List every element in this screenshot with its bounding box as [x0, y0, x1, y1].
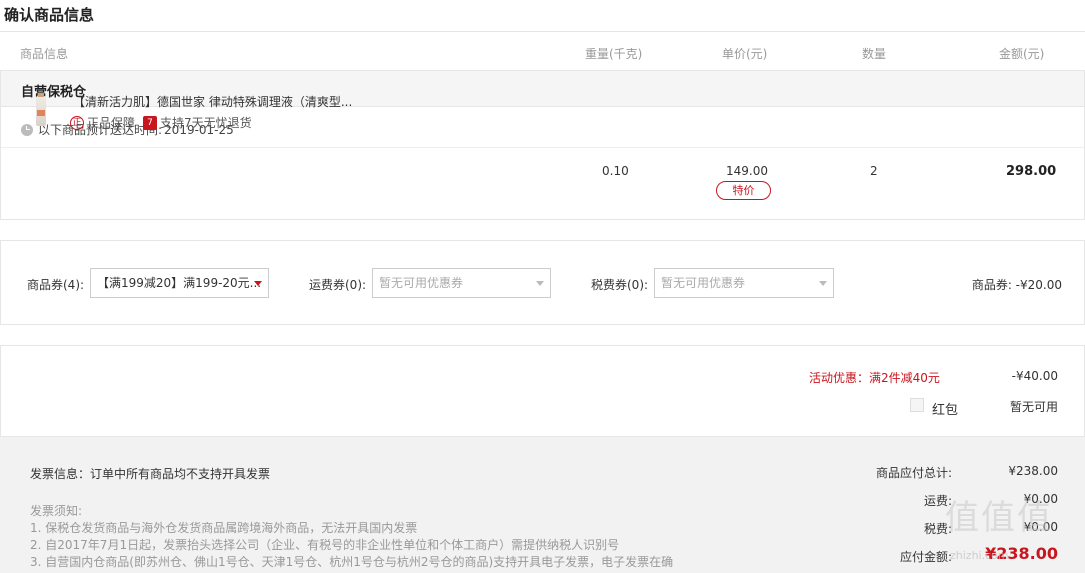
- goods-coupon-label: 商品券(4):: [27, 278, 85, 292]
- coupon-section: 商品券(4): 【满199减20】满199-20元... 运费券(0): 暂无可…: [0, 240, 1085, 325]
- invoice-note: 1. 保税仓发货商品与海外仓发货商品属跨境海外商品，无法开具国内发票: [30, 521, 418, 535]
- promotion-amount: -¥40.00: [1011, 369, 1058, 383]
- column-header-qty: 数量: [862, 47, 887, 61]
- pay-amount-label: 应付金额:: [899, 550, 952, 564]
- badge-return-text: 支持7天无忧退货: [160, 116, 252, 130]
- tax-coupon-value: 暂无可用优惠券: [661, 276, 746, 290]
- goods-coupon-summary: 商品券: -¥20.00: [971, 278, 1062, 292]
- product-unit-price: 149.00: [726, 164, 768, 178]
- shipping-coupon-label: 运费券(0):: [309, 278, 367, 292]
- goods-total-label: 商品应付总计:: [875, 466, 952, 480]
- goods-coupon-value: 【满199减20】满199-20元...: [97, 276, 262, 290]
- column-header-info: 商品信息: [20, 47, 69, 61]
- seven-day-return-icon: 7: [143, 115, 158, 130]
- product-badges: 正 正品保障 7 支持7天无忧退货: [70, 114, 252, 131]
- product-name-link[interactable]: 【清新活力肌】德国世家 律动特殊调理液（清爽型...: [73, 93, 352, 110]
- chevron-down-icon: [254, 281, 262, 286]
- special-price-badge: 特价: [716, 181, 771, 200]
- product-thumbnail[interactable]: [26, 93, 56, 128]
- column-header-weight: 重量(千克): [585, 47, 643, 61]
- product-qty: 2: [870, 164, 878, 178]
- tax-coupon-select[interactable]: 暂无可用优惠券: [654, 268, 834, 298]
- promotion-text: 活动优惠：满2件减40元: [809, 371, 940, 385]
- shipping-coupon-select[interactable]: 暂无可用优惠券: [372, 268, 551, 298]
- badge-genuine-text: 正品保障: [87, 116, 136, 130]
- tax-coupon-label: 税费券(0):: [591, 278, 649, 292]
- product-weight: 0.10: [602, 164, 629, 178]
- bottle-icon: [36, 93, 46, 126]
- order-summary-panel: 发票信息：订单中所有商品均不支持开具发票 发票须知: 1. 保税仓发货商品与海外…: [0, 437, 1085, 573]
- goods-total-value: ¥238.00: [1008, 464, 1058, 478]
- invoice-info: 发票信息：订单中所有商品均不支持开具发票: [30, 467, 271, 481]
- column-header-amount: 金额(元): [999, 47, 1045, 61]
- promotion-section: 活动优惠：满2件减40元 -¥40.00 红包 暂无可用: [0, 345, 1085, 437]
- hongbao-checkbox[interactable]: [910, 398, 924, 412]
- title-divider: [0, 31, 1085, 32]
- invoice-notes-title: 发票须知:: [30, 504, 83, 518]
- product-amount: 298.00: [1006, 164, 1057, 179]
- invoice-notes: 发票须知: 1. 保税仓发货商品与海外仓发货商品属跨境海外商品，无法开具国内发票…: [30, 503, 673, 571]
- invoice-note: 3. 自营国内仓商品(即苏州仓、佛山1号仓、天津1号仓、杭州1号仓与杭州2号仓的…: [30, 555, 674, 569]
- chevron-down-icon: [536, 281, 544, 286]
- shipping-coupon-value: 暂无可用优惠券: [379, 276, 464, 290]
- chevron-down-icon: [819, 281, 827, 286]
- watermark-logo: 值值值: [945, 498, 1053, 538]
- invoice-note: 2. 自2017年7月1日起，发票抬头选择公司（企业、有税号的非企业性单位和个体…: [30, 538, 620, 552]
- hongbao-label: 红包: [932, 403, 959, 418]
- goods-coupon-select[interactable]: 【满199减20】满199-20元...: [90, 268, 269, 298]
- page-title: 确认商品信息: [4, 6, 95, 24]
- genuine-icon: 正: [70, 115, 84, 130]
- watermark-url: zhizhi.com: [950, 549, 1009, 562]
- column-header-unit-price: 单价(元): [722, 47, 768, 61]
- row-divider: [1, 147, 1084, 148]
- hongbao-status: 暂无可用: [1009, 400, 1058, 414]
